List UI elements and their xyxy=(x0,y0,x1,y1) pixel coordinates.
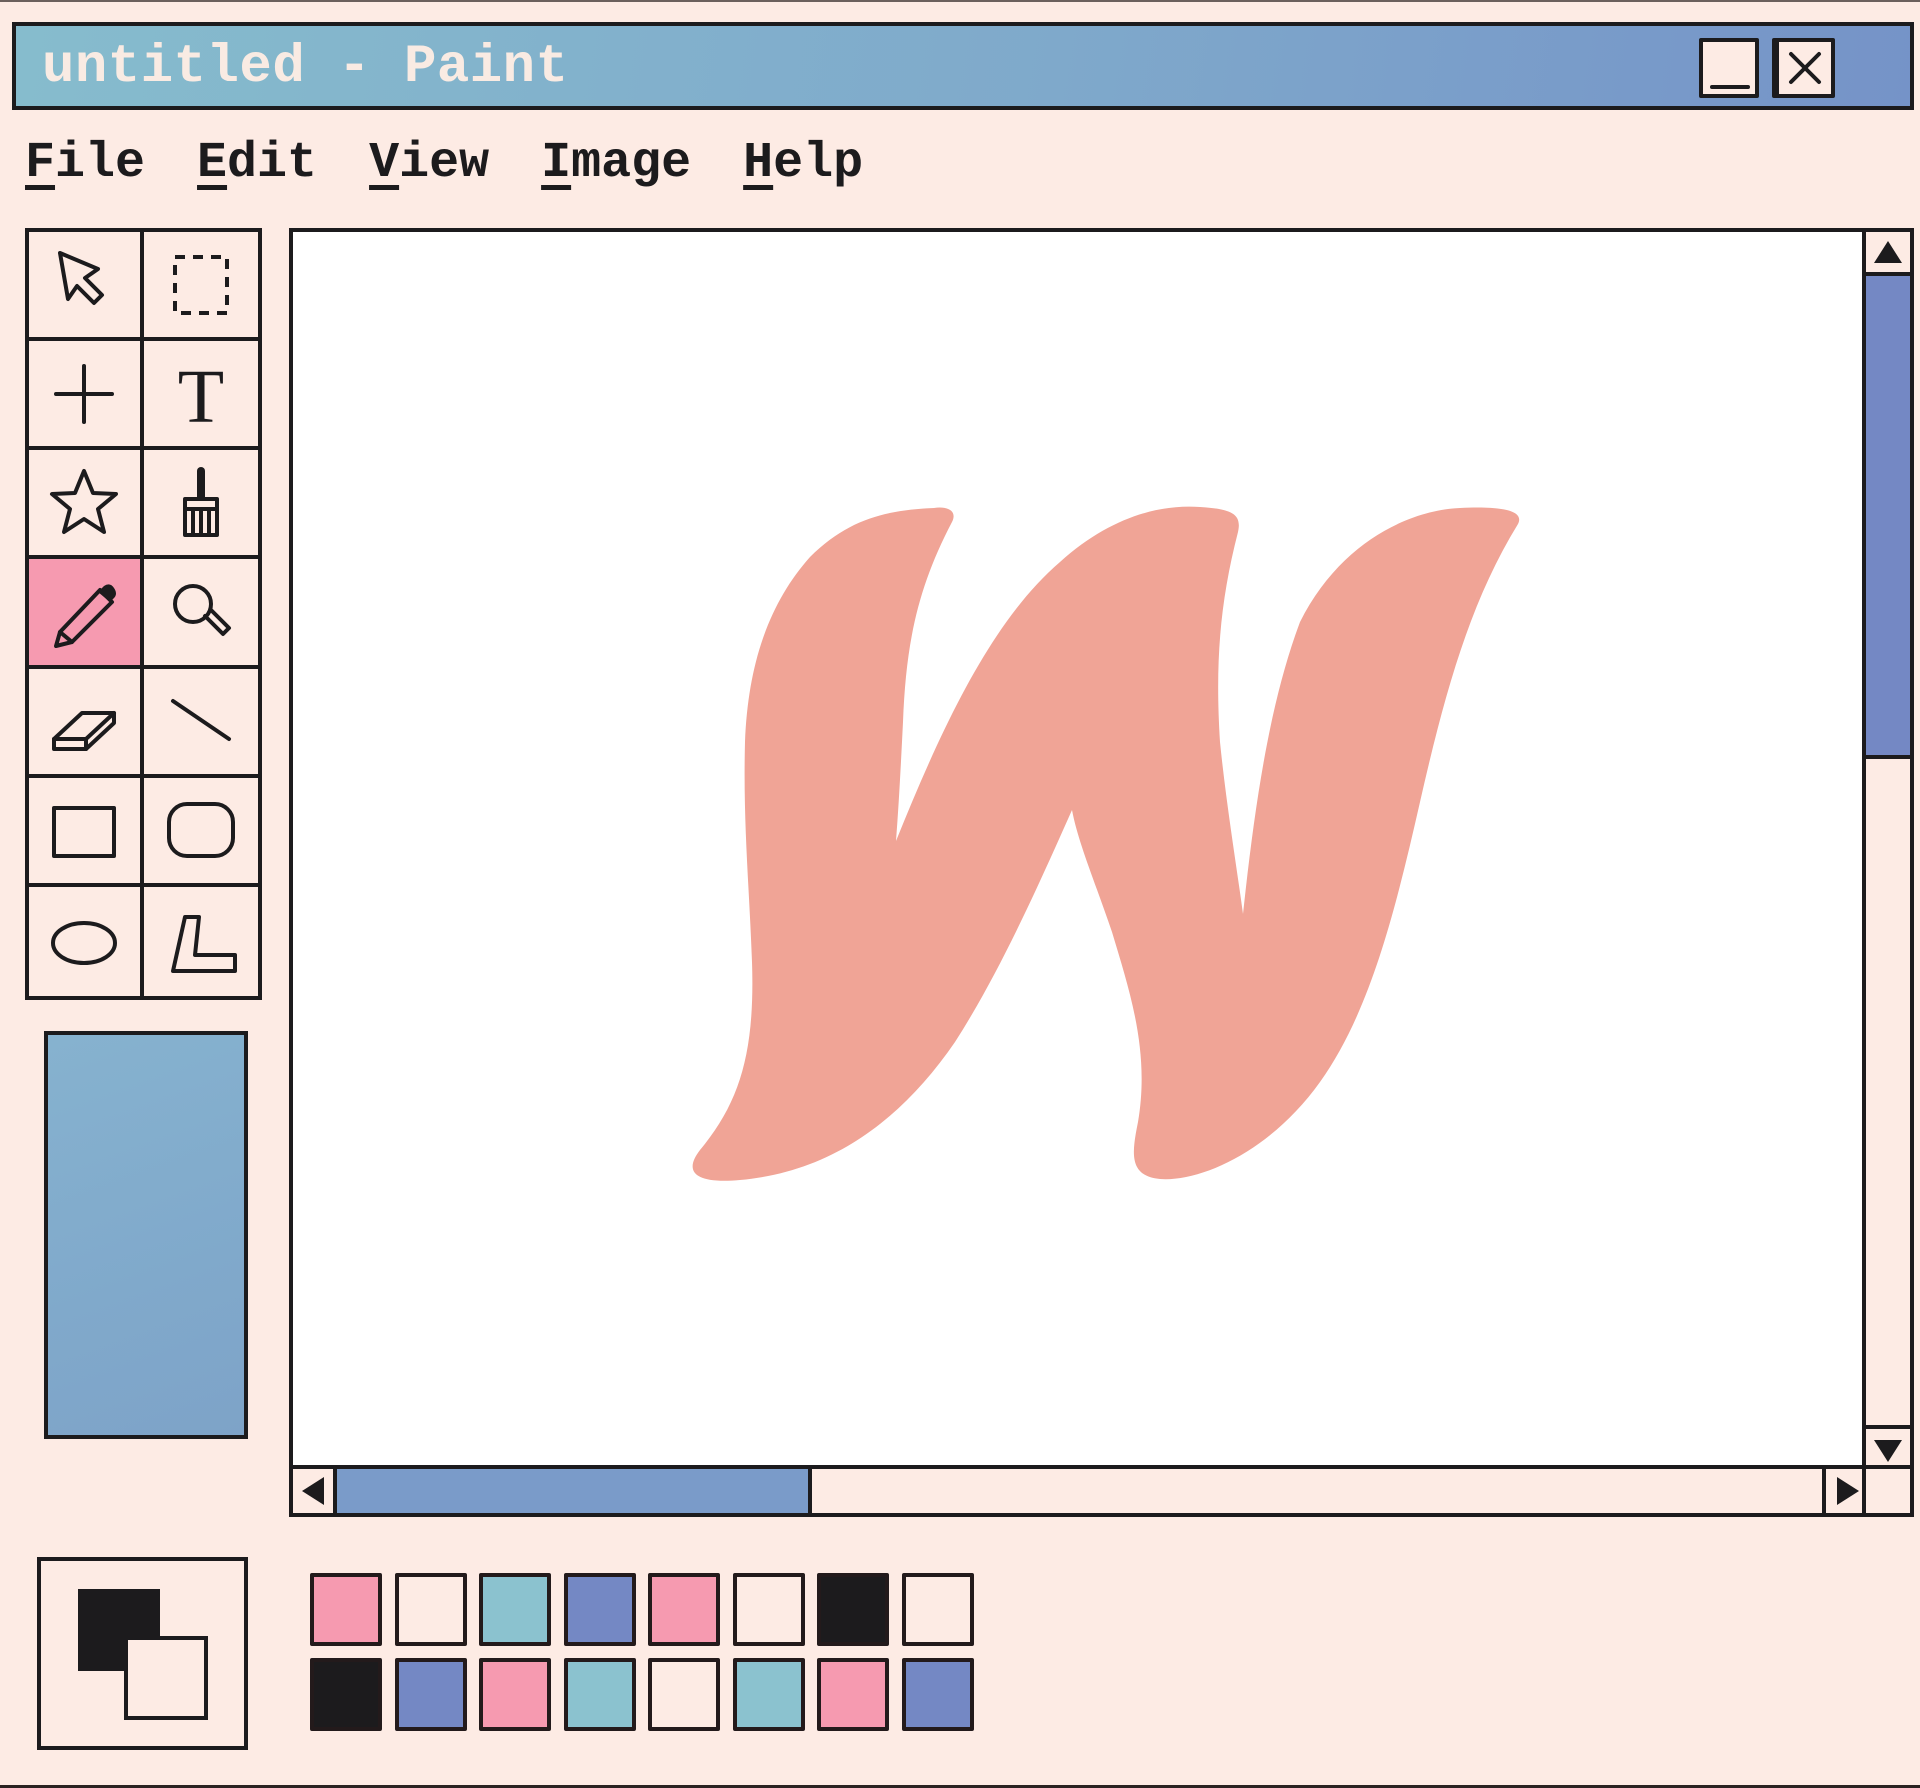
minimize-icon xyxy=(1710,85,1750,89)
background-color[interactable] xyxy=(124,1636,208,1720)
tool-rounded-rectangle[interactable] xyxy=(143,778,258,887)
eraser-icon xyxy=(52,711,117,752)
palette-swatch[interactable] xyxy=(732,1658,805,1731)
tool-rect-select[interactable] xyxy=(143,232,258,342)
menu-label-rest: ile xyxy=(55,135,146,192)
tool-magnifier[interactable] xyxy=(143,559,258,669)
toolbox: T xyxy=(25,228,262,1000)
palette-swatch[interactable] xyxy=(901,1658,974,1731)
arrow-cursor-icon xyxy=(58,250,105,305)
vertical-scroll-track[interactable] xyxy=(1866,276,1910,1425)
crosshair-icon xyxy=(54,363,115,424)
arrow-left-icon xyxy=(302,1477,324,1505)
svg-text:T: T xyxy=(178,355,224,436)
menu-label-rest: dit xyxy=(227,135,318,192)
palette-swatch[interactable] xyxy=(394,1658,467,1731)
palette-swatch[interactable] xyxy=(479,1658,551,1731)
palette-swatch[interactable] xyxy=(648,1658,720,1731)
rounded-rectangle-icon xyxy=(166,802,235,859)
magnifier-icon xyxy=(172,583,231,636)
line-icon xyxy=(170,699,231,742)
tool-ellipse[interactable] xyxy=(29,886,144,996)
ellipse-icon xyxy=(51,921,118,966)
palette-swatch[interactable] xyxy=(817,1658,889,1731)
arrow-up-icon xyxy=(1874,241,1902,263)
menu-bar: File Edit View Image Help xyxy=(25,134,915,204)
horizontal-scroll-thumb[interactable] xyxy=(337,1469,813,1513)
palette-swatch[interactable] xyxy=(310,1658,382,1731)
tool-options-panel xyxy=(44,1031,248,1439)
menu-mnemonic: E xyxy=(197,135,228,192)
vertical-scrollbar[interactable] xyxy=(1862,232,1910,1473)
color-selector[interactable] xyxy=(37,1557,248,1750)
palette-swatch[interactable] xyxy=(563,1573,636,1646)
tool-text[interactable]: T xyxy=(143,341,258,451)
menu-image[interactable]: Image xyxy=(541,134,691,204)
color-palette xyxy=(310,1573,974,1731)
close-button[interactable] xyxy=(1775,38,1835,98)
drawing-canvas[interactable] xyxy=(293,232,1866,1469)
window-title: untitled - Paint xyxy=(42,37,569,98)
menu-file[interactable]: File xyxy=(25,134,145,204)
palette-swatch[interactable] xyxy=(648,1573,720,1646)
menu-label-rest: iew xyxy=(399,135,490,192)
palette-swatch[interactable] xyxy=(479,1573,551,1646)
tool-eraser[interactable] xyxy=(29,668,144,778)
menu-label-rest: elp xyxy=(773,135,864,192)
menu-mnemonic: V xyxy=(369,135,400,192)
palette-swatch[interactable] xyxy=(310,1573,382,1646)
palette-swatch[interactable] xyxy=(732,1573,805,1646)
tool-star[interactable] xyxy=(29,450,144,560)
tool-crosshair[interactable] xyxy=(29,341,144,451)
palette-swatch[interactable] xyxy=(817,1573,889,1646)
title-bar[interactable]: untitled - Paint xyxy=(12,22,1914,110)
menu-edit[interactable]: Edit xyxy=(197,134,317,204)
arrow-down-icon xyxy=(1874,1440,1902,1462)
tool-line[interactable] xyxy=(143,669,258,778)
vertical-scroll-thumb[interactable] xyxy=(1866,276,1910,759)
palette-swatch[interactable] xyxy=(901,1573,974,1646)
star-icon xyxy=(50,468,119,534)
brush-icon xyxy=(182,466,219,537)
scroll-up-button[interactable] xyxy=(1866,232,1910,276)
menu-mnemonic: F xyxy=(25,135,56,192)
scroll-left-button[interactable] xyxy=(293,1469,337,1513)
menu-label-rest: mage xyxy=(571,135,692,192)
drawing-layer xyxy=(692,506,1520,1181)
menu-mnemonic: I xyxy=(541,135,572,192)
tool-polygon[interactable] xyxy=(144,887,259,996)
palette-swatch[interactable] xyxy=(394,1573,467,1646)
minimize-button[interactable] xyxy=(1699,38,1759,98)
dashed-selection-icon xyxy=(172,254,229,315)
pencil-icon xyxy=(54,584,117,648)
menu-help[interactable]: Help xyxy=(743,134,863,204)
scrollbar-corner xyxy=(1862,1465,1910,1513)
tool-rectangle[interactable] xyxy=(29,777,144,887)
rectangle-icon xyxy=(52,806,117,859)
close-icon xyxy=(1789,52,1821,84)
tool-select[interactable] xyxy=(29,232,144,342)
tool-brush[interactable] xyxy=(143,450,258,560)
arrow-right-icon xyxy=(1837,1477,1859,1505)
menu-view[interactable]: View xyxy=(369,134,489,204)
letter-w-drawing xyxy=(692,506,1520,1181)
horizontal-scrollbar[interactable] xyxy=(293,1465,1870,1513)
polygon-icon xyxy=(170,915,237,974)
text-icon: T xyxy=(178,355,224,436)
horizontal-scroll-track[interactable] xyxy=(337,1469,1822,1513)
menu-mnemonic: H xyxy=(743,135,774,192)
canvas-frame xyxy=(289,228,1914,1517)
palette-swatch[interactable] xyxy=(563,1658,636,1731)
tool-pencil[interactable] xyxy=(29,559,144,669)
